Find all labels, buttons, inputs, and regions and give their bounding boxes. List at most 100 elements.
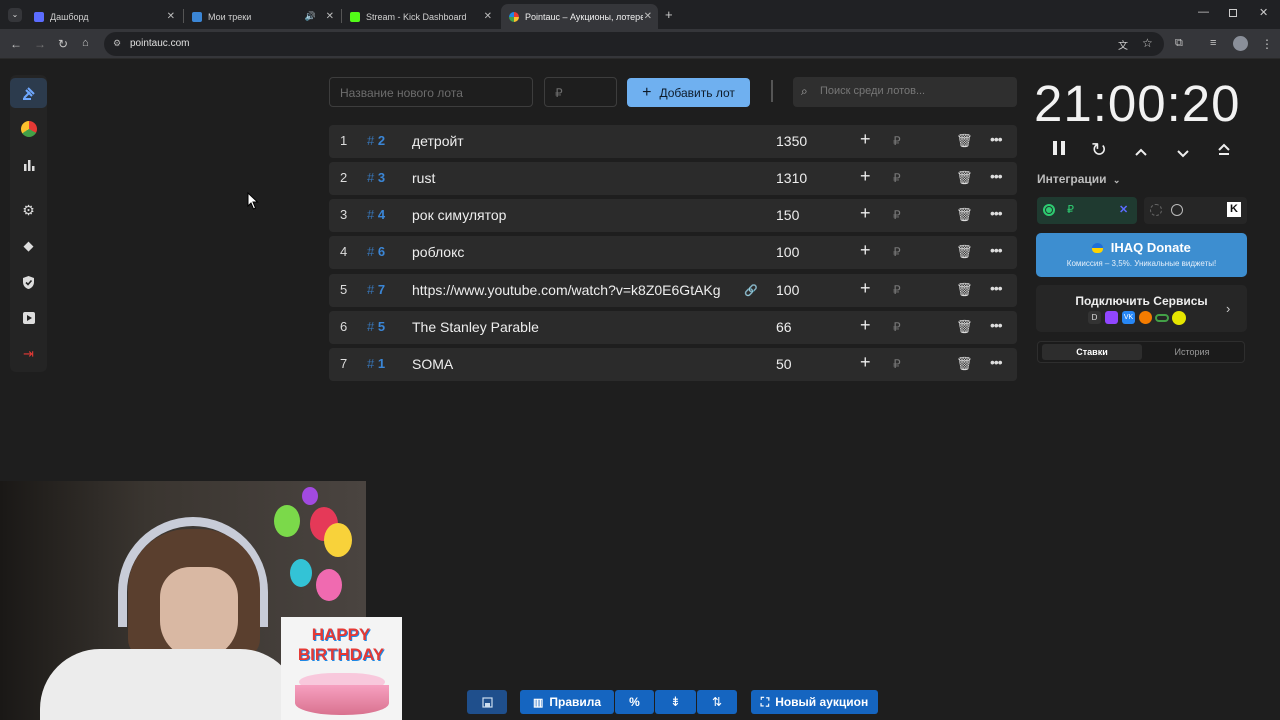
tab-history[interactable]: История xyxy=(1142,344,1242,360)
close-window-icon[interactable]: ✕ xyxy=(1259,6,1268,19)
lot-id: # 6 xyxy=(367,244,386,259)
close-tab-icon[interactable]: ✕ xyxy=(326,11,334,22)
trash-icon[interactable]: 🗑 xyxy=(956,170,973,186)
more-icon[interactable]: ••• xyxy=(990,317,1003,333)
trash-icon[interactable]: 🗑 xyxy=(956,319,973,335)
trash-icon[interactable]: 🗑 xyxy=(956,207,973,223)
profile-avatar[interactable] xyxy=(1233,36,1248,51)
more-icon[interactable]: ••• xyxy=(990,168,1003,184)
settings-gear-icon[interactable]: ⚙ xyxy=(10,195,47,225)
video-player-icon[interactable] xyxy=(10,303,47,333)
lot-name[interactable]: SOMA xyxy=(412,356,727,372)
lot-row[interactable]: 3 # 4 рок симулятор 150 + ₽ 🗑 ••• xyxy=(329,199,1017,232)
add-amount-icon[interactable]: + xyxy=(860,278,871,299)
lot-name[interactable]: роблокс xyxy=(412,244,727,260)
media-controls-icon[interactable]: ≡ xyxy=(1210,37,1216,49)
shield-icon[interactable] xyxy=(10,267,47,297)
minimize-icon[interactable]: — xyxy=(1198,6,1209,18)
auction-timer: 21:00:20 xyxy=(1034,75,1241,132)
site-info-icon[interactable]: ⚙ xyxy=(113,38,121,49)
lot-name[interactable]: рок симулятор xyxy=(412,207,727,223)
forward-icon[interactable]: → xyxy=(34,37,46,51)
add-lot-button[interactable]: + Добавить лот xyxy=(627,78,750,107)
add-amount-icon[interactable]: + xyxy=(860,240,871,261)
lot-name[interactable]: The Stanley Parable xyxy=(412,319,727,335)
tab-bets[interactable]: Ставки xyxy=(1042,344,1142,360)
tab-pointauc[interactable]: Pointauc – Аукционы, лотереи ✕ xyxy=(501,4,658,29)
layers-icon[interactable]: ◆ xyxy=(10,231,47,261)
lot-name[interactable]: детройт xyxy=(412,133,727,149)
add-amount-icon[interactable]: + xyxy=(860,129,871,150)
integration-kick-toggle[interactable]: K xyxy=(1144,197,1247,224)
save-button[interactable] xyxy=(467,690,507,714)
add-amount-icon[interactable]: + xyxy=(860,315,871,336)
lot-search-input[interactable]: ⌕ Поиск среди лотов... xyxy=(793,77,1017,107)
lot-row[interactable]: 1 # 2 детройт 1350 + ₽ 🗑 ••• xyxy=(329,125,1017,158)
lot-row[interactable]: 5 # 7 https://www.youtube.com/watch?v=k8… xyxy=(329,274,1017,307)
statistics-chart-icon[interactable] xyxy=(10,150,47,180)
link-icon[interactable]: 🔗 xyxy=(744,284,758,297)
menu-icon[interactable]: ⋮ xyxy=(1261,37,1273,51)
pause-icon[interactable] xyxy=(1052,140,1066,161)
trash-icon[interactable]: 🗑 xyxy=(956,244,973,260)
lot-row[interactable]: 6 # 5 The Stanley Parable 66 + ₽ 🗑 ••• xyxy=(329,311,1017,344)
new-tab-icon[interactable]: + xyxy=(665,7,673,22)
sort-button[interactable]: ⇅ xyxy=(697,690,737,714)
reload-icon[interactable]: ↻ xyxy=(58,37,68,51)
lot-id: # 5 xyxy=(367,319,386,334)
logout-icon[interactable]: ⇥ xyxy=(10,339,47,369)
speaker-icon[interactable]: 🔊 xyxy=(305,11,316,22)
restore-icon[interactable] xyxy=(1229,9,1237,17)
integrations-header[interactable]: Интеграции ⌄ xyxy=(1037,172,1120,186)
lot-position: 2 xyxy=(340,170,348,185)
double-increase-time-icon[interactable] xyxy=(1217,141,1231,161)
close-tab-icon[interactable]: ✕ xyxy=(484,11,492,22)
integration-twitch-toggle[interactable]: ₽ ✕ xyxy=(1037,197,1137,224)
extensions-icon[interactable]: ⧉ xyxy=(1175,37,1183,50)
lot-row[interactable]: 7 # 1 SOMA 50 + ₽ 🗑 ••• xyxy=(329,348,1017,381)
lot-name[interactable]: https://www.youtube.com/watch?v=k8Z0E6Gt… xyxy=(412,282,727,298)
tab-search-icon[interactable]: ⌄ xyxy=(8,8,22,22)
more-icon[interactable]: ••• xyxy=(990,131,1003,147)
auction-gavel-icon[interactable] xyxy=(10,78,47,108)
percent-button[interactable]: % xyxy=(615,690,654,714)
translate-icon[interactable]: 文 xyxy=(1118,37,1128,52)
close-tab-icon[interactable]: ✕ xyxy=(644,11,652,22)
ihaq-donate-banner[interactable]: IHAQ Donate Комиссия – 3,5%. Уникальные … xyxy=(1036,233,1247,277)
lot-amount-input[interactable]: ₽ xyxy=(544,77,617,107)
radio-off-icon xyxy=(1150,204,1162,216)
more-icon[interactable]: ••• xyxy=(990,242,1003,258)
lot-name[interactable]: rust xyxy=(412,170,727,186)
add-amount-icon[interactable]: + xyxy=(860,203,871,224)
trash-icon[interactable]: 🗑 xyxy=(956,133,973,149)
add-amount-icon[interactable]: + xyxy=(860,166,871,187)
reset-timer-icon[interactable]: ↻ xyxy=(1091,139,1107,162)
increase-time-icon[interactable] xyxy=(1134,142,1148,162)
more-icon[interactable]: ••• xyxy=(990,280,1003,296)
lot-name-input[interactable]: Название нового лота xyxy=(329,77,533,107)
decrease-time-icon[interactable] xyxy=(1176,144,1190,164)
more-icon[interactable]: ••• xyxy=(990,354,1003,370)
tab-my-tracks[interactable]: Мои треки 🔊 ✕ xyxy=(184,4,340,29)
split-button[interactable]: ⇟ xyxy=(655,690,696,714)
new-auction-button[interactable]: ⛶ Новый аукцион xyxy=(751,690,878,714)
add-amount-icon[interactable]: + xyxy=(860,352,871,373)
home-icon[interactable]: ⌂ xyxy=(82,37,89,49)
trash-icon[interactable]: 🗑 xyxy=(956,282,973,298)
close-tab-icon[interactable]: ✕ xyxy=(167,11,175,22)
tab-kick-dashboard[interactable]: Stream - Kick Dashboard ✕ xyxy=(342,4,498,29)
integrations-title: Интеграции xyxy=(1037,172,1107,186)
tab-dashboard[interactable]: Дашборд ✕ xyxy=(26,4,181,29)
url-field[interactable]: ⚙ pointauc.com 文 ☆ xyxy=(104,32,1164,56)
lot-row[interactable]: 4 # 6 роблокс 100 + ₽ 🗑 ••• xyxy=(329,236,1017,269)
trash-icon[interactable]: 🗑 xyxy=(956,356,973,372)
lot-row[interactable]: 2 # 3 rust 1310 + ₽ 🗑 ••• xyxy=(329,162,1017,195)
more-icon[interactable]: ••• xyxy=(990,205,1003,221)
wheel-pie-icon[interactable] xyxy=(10,114,47,144)
bookmark-star-icon[interactable]: ☆ xyxy=(1142,36,1153,50)
connect-services-card[interactable]: Подключить Сервисы D VK › xyxy=(1036,285,1247,332)
rules-button[interactable]: ▥ Правила xyxy=(520,690,614,714)
lot-amount: 100 xyxy=(776,244,800,260)
back-icon[interactable]: ← xyxy=(10,37,22,51)
ruble-icon: ₽ xyxy=(893,134,901,148)
